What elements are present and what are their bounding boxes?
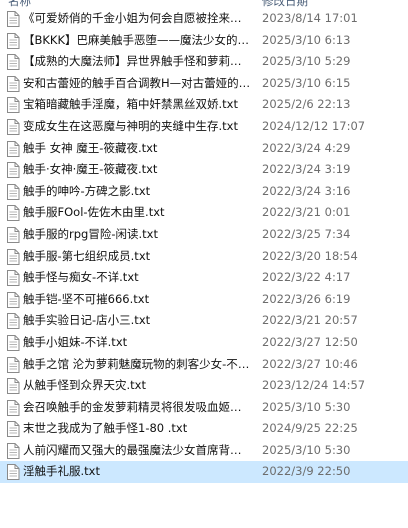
file-modified-date: 2023/8/14 17:01 bbox=[262, 11, 358, 25]
text-file-icon bbox=[6, 32, 20, 49]
file-modified-date: 2022/3/25 7:34 bbox=[262, 226, 351, 241]
file-row[interactable]: 触手小姐妹-不详.txt 2022/3/27 12:50 bbox=[0, 332, 408, 354]
name-column-header[interactable]: 名称 bbox=[8, 0, 31, 8]
text-file-icon bbox=[6, 464, 20, 481]
text-file-icon bbox=[6, 378, 20, 395]
text-file-icon bbox=[6, 183, 20, 200]
file-modified-date: 2025/3/10 5:30 bbox=[262, 442, 351, 457]
file-name[interactable]: 会召唤触手的金发萝莉精灵将很发吸血姬的灌溉.txt bbox=[23, 397, 251, 419]
file-name[interactable]: 安和古蕾娅的触手百合调教H—对古蕾娅的触手调教.txt bbox=[23, 73, 251, 95]
text-file-icon bbox=[6, 118, 20, 135]
file-row[interactable]: 触手 女神 魔王-筱藏夜.txt 2022/3/24 4:29 bbox=[0, 138, 408, 160]
file-name[interactable]: 从触手怪到众界天灾.txt bbox=[23, 375, 251, 397]
file-modified-date: 2024/9/25 22:25 bbox=[262, 421, 358, 436]
text-file-icon bbox=[6, 313, 20, 330]
file-modified-date: 2022/3/9 22:50 bbox=[262, 464, 351, 479]
file-name[interactable]: 《可爱娇俏的千金小姐为何会自愿被拴来当性奴》.txt bbox=[23, 8, 251, 30]
text-file-icon bbox=[6, 399, 20, 416]
file-row[interactable]: 【BKKK】巴麻美触手恶堕——魔法少女的悲惨结局.txt 2025/3/10 6:… bbox=[0, 30, 408, 52]
date-column-header[interactable]: 修改日期 bbox=[262, 0, 308, 8]
file-name[interactable]: 变成女生在这恶魔与神明的夹缝中生存.txt bbox=[23, 116, 251, 138]
file-row[interactable]: 触手实验日记-店小三.txt 2022/3/21 20:57 bbox=[0, 310, 408, 332]
file-modified-date: 2025/2/6 22:13 bbox=[262, 97, 351, 112]
file-row[interactable]: 触手铠-坚不可摧666.txt 2022/3/26 6:19 bbox=[0, 289, 408, 311]
text-file-icon bbox=[6, 421, 20, 438]
file-modified-date: 2025/3/10 5:30 bbox=[262, 399, 351, 414]
file-row[interactable]: 触手服-第七组织成员.txt 2022/3/20 18:54 bbox=[0, 246, 408, 268]
file-row[interactable]: 触手服FOol-佐佐木由里.txt 2022/3/21 0:01 bbox=[0, 202, 408, 224]
file-row[interactable]: 末世之我成为了触手怪1-80 .txt 2024/9/25 22:25 bbox=[0, 418, 408, 440]
file-modified-date: 2022/3/21 0:01 bbox=[262, 205, 351, 220]
file-modified-date: 2022/3/24 4:29 bbox=[262, 140, 351, 155]
file-row[interactable]: 会召唤触手的金发萝莉精灵将很发吸血姬的灌溉.txt 2025/3/10 5:30 bbox=[0, 397, 408, 419]
text-file-icon bbox=[6, 11, 20, 27]
file-row[interactable]: 【成熟的大魔法师】异世界触手怪和萝莉魔法师.txt 2025/3/10 5:29 bbox=[0, 51, 408, 73]
file-name[interactable]: 【成熟的大魔法师】异世界触手怪和萝莉魔法师.txt bbox=[23, 51, 251, 73]
file-modified-date: 2022/3/22 4:17 bbox=[262, 270, 351, 285]
file-name[interactable]: 触手服FOol-佐佐木由里.txt bbox=[23, 202, 251, 224]
file-modified-date: 2022/3/20 18:54 bbox=[262, 248, 358, 263]
file-name[interactable]: 人前闪耀而又强大的最强魔法少女首席背地里的样子.txt bbox=[23, 440, 251, 462]
text-file-icon bbox=[6, 75, 20, 92]
file-row[interactable]: 触手怪与痴女-不详.txt 2022/3/22 4:17 bbox=[0, 267, 408, 289]
file-modified-date: 2022/3/24 3:19 bbox=[262, 162, 351, 177]
file-modified-date: 2022/3/21 20:57 bbox=[262, 313, 358, 328]
file-row[interactable]: 触手服的rpg冒险-闲读.txt 2022/3/25 7:34 bbox=[0, 224, 408, 246]
file-name[interactable]: 触手实验日记-店小三.txt bbox=[23, 310, 251, 332]
file-row[interactable]: 触手的呻吟-方碑之影.txt 2022/3/24 3:16 bbox=[0, 181, 408, 203]
text-file-icon bbox=[6, 54, 20, 71]
file-modified-date: 2024/12/12 17:07 bbox=[262, 118, 366, 133]
text-file-icon bbox=[6, 442, 20, 459]
file-name[interactable]: 触手服-第七组织成员.txt bbox=[23, 246, 251, 268]
file-modified-date: 2022/3/27 12:50 bbox=[262, 334, 358, 349]
text-file-icon bbox=[6, 248, 20, 265]
file-name[interactable]: 触手服的rpg冒险-闲读.txt bbox=[23, 224, 251, 246]
file-row[interactable]: 《可爱娇俏的千金小姐为何会自愿被拴来当性奴》.txt 2023/8/14 17:0… bbox=[0, 8, 408, 30]
file-list: 《可爱娇俏的千金小姐为何会自愿被拴来当性奴》.txt 2023/8/14 17:0… bbox=[0, 8, 408, 484]
text-file-icon bbox=[6, 334, 20, 351]
file-name[interactable]: 淫触手礼服.txt bbox=[23, 461, 251, 483]
file-name[interactable]: 触手怪与痴女-不详.txt bbox=[23, 267, 251, 289]
file-modified-date: 2022/3/26 6:19 bbox=[262, 291, 351, 306]
file-row[interactable]: 安和古蕾娅的触手百合调教H—对古蕾娅的触手调教.txt 2025/3/10 6:1… bbox=[0, 73, 408, 95]
column-header: 名称 修改日期 bbox=[0, 0, 408, 8]
file-modified-date: 2022/3/27 10:46 bbox=[262, 356, 358, 371]
text-file-icon bbox=[6, 226, 20, 243]
text-file-icon bbox=[6, 356, 20, 373]
text-file-icon bbox=[6, 140, 20, 157]
file-row[interactable]: 触手·女神·魔王-筱藏夜.txt 2022/3/24 3:19 bbox=[0, 159, 408, 181]
file-row[interactable]: 变成女生在这恶魔与神明的夹缝中生存.txt 2024/12/12 17:07 bbox=[0, 116, 408, 138]
text-file-icon bbox=[6, 291, 20, 308]
file-name[interactable]: 触手·女神·魔王-筱藏夜.txt bbox=[23, 159, 251, 181]
file-row[interactable]: 从触手怪到众界天灾.txt 2023/12/24 14:57 bbox=[0, 375, 408, 397]
file-modified-date: 2025/3/10 6:13 bbox=[262, 32, 351, 47]
file-row[interactable]: 宝箱暗藏触手淫魔，箱中奸禁黑丝双娇.txt 2025/2/6 22:13 bbox=[0, 94, 408, 116]
file-name[interactable]: 触手 女神 魔王-筱藏夜.txt bbox=[23, 138, 251, 160]
file-modified-date: 2025/3/10 5:29 bbox=[262, 54, 351, 69]
file-name[interactable]: 触手铠-坚不可摧666.txt bbox=[23, 289, 251, 311]
file-name[interactable]: 末世之我成为了触手怪1-80 .txt bbox=[23, 418, 251, 440]
file-name[interactable]: 触手之馆 沦为萝莉魅魔玩物的刺客少女-不详.txt bbox=[23, 354, 251, 376]
file-modified-date: 2023/12/24 14:57 bbox=[262, 378, 366, 393]
file-row[interactable]: 触手之馆 沦为萝莉魅魔玩物的刺客少女-不详.txt 2022/3/27 10:46 bbox=[0, 354, 408, 376]
file-name[interactable]: 宝箱暗藏触手淫魔，箱中奸禁黑丝双娇.txt bbox=[23, 94, 251, 116]
file-row[interactable]: 淫触手礼服.txt 2022/3/9 22:50 bbox=[0, 461, 408, 484]
file-name[interactable]: 触手小姐妹-不详.txt bbox=[23, 332, 251, 354]
text-file-icon bbox=[6, 97, 20, 114]
file-name[interactable]: 触手的呻吟-方碑之影.txt bbox=[23, 181, 251, 203]
text-file-icon bbox=[6, 205, 20, 222]
text-file-icon bbox=[6, 162, 20, 179]
file-modified-date: 2022/3/24 3:16 bbox=[262, 183, 351, 198]
file-row[interactable]: 人前闪耀而又强大的最强魔法少女首席背地里的样子.txt 2025/3/10 5:3… bbox=[0, 440, 408, 462]
file-name[interactable]: 【BKKK】巴麻美触手恶堕——魔法少女的悲惨结局.txt bbox=[23, 30, 251, 52]
file-modified-date: 2025/3/10 6:15 bbox=[262, 75, 351, 90]
text-file-icon bbox=[6, 270, 20, 287]
